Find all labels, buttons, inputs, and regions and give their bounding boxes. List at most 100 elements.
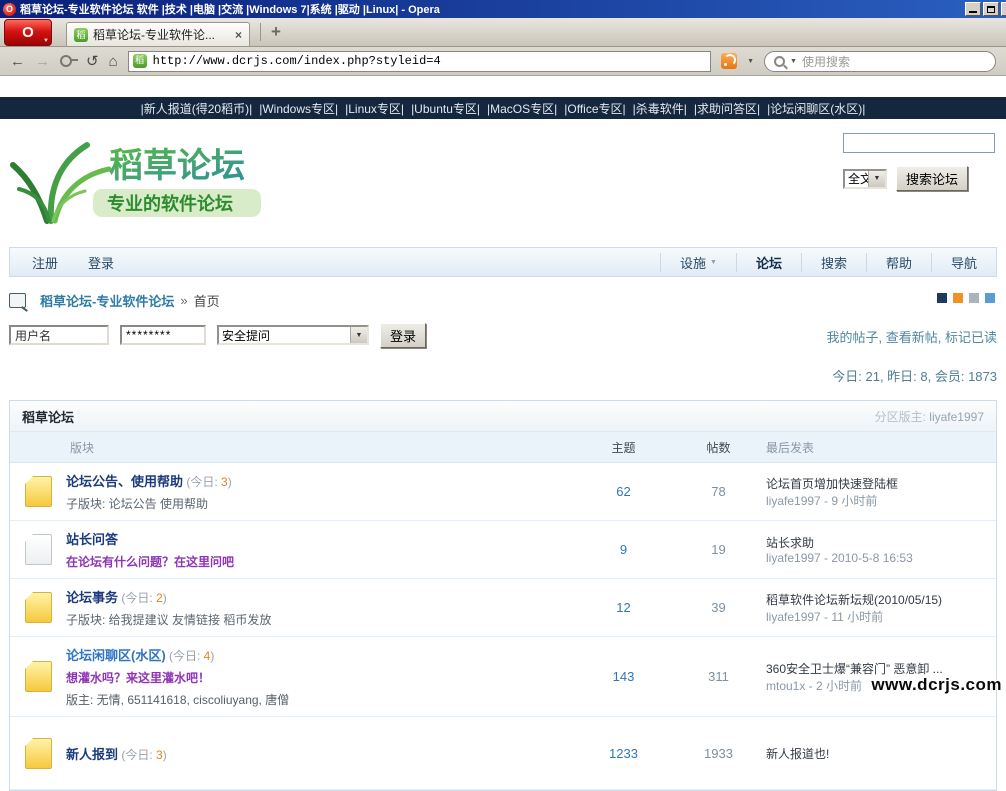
subforums-line[interactable]: 子版块: 论坛公告 使用帮助 <box>66 495 566 512</box>
last-post-cell: 稻草软件论坛新坛规(2010/05/15) liyafe1997 - 11 小时… <box>766 591 996 625</box>
style-square-dark[interactable] <box>937 293 947 303</box>
breadcrumb-page-link[interactable]: 首页 <box>194 291 220 310</box>
forum-new-posts-icon <box>25 738 52 769</box>
menu-item-forum[interactable]: 论坛 <box>736 253 801 272</box>
chevron-down-icon: ▼ <box>43 38 49 44</box>
topnav-link-antivirus[interactable]: |杀毒软件| <box>633 100 687 117</box>
forum-row: 论坛公告、使用帮助 (今日: 3) 子版块: 论坛公告 使用帮助 62 78 论… <box>10 463 996 521</box>
topics-count: 9 <box>576 542 671 557</box>
column-forum: 版块 <box>66 439 576 456</box>
topnav-link-linux[interactable]: |Linux专区| <box>345 100 404 117</box>
topnav-link-windows[interactable]: |Windows专区| <box>259 100 338 117</box>
rss-dropdown-icon[interactable]: ▼ <box>747 58 754 65</box>
style-switcher <box>937 293 995 303</box>
last-post-title-link[interactable]: 稻草软件论坛新坛规(2010/05/15) <box>766 591 990 608</box>
topnav-link-macos[interactable]: |MacOS专区| <box>487 100 557 117</box>
menu-item-help[interactable]: 帮助 <box>866 253 931 272</box>
back-button[interactable]: ← <box>10 54 25 69</box>
restore-icon <box>987 6 995 13</box>
last-post-meta[interactable]: mtou1x - 2 小时前 <box>766 679 862 693</box>
close-button[interactable]: × <box>1001 2 1006 16</box>
forum-new-posts-icon <box>25 592 52 623</box>
topics-count: 12 <box>576 600 671 615</box>
topnav-link-offtopic[interactable]: |论坛闲聊区(水区)| <box>767 100 865 117</box>
quick-login-form: 安全提问 ▼ 登录 我的帖子, 查看新帖, 标记已读 <box>9 323 997 347</box>
last-post-meta[interactable]: liyafe1997 - 9 小时前 <box>766 494 877 508</box>
opera-menu-button[interactable]: O ▼ <box>4 19 52 46</box>
tab-title: 稻草论坛-专业软件论... <box>93 26 230 43</box>
tab-separator <box>260 23 261 41</box>
style-square-orange[interactable] <box>953 293 963 303</box>
login-link[interactable]: 登录 <box>88 253 114 272</box>
last-post-title-link[interactable]: 新人报道也! <box>766 745 990 762</box>
last-post-meta[interactable]: liyafe1997 - 2010-5-8 16:53 <box>766 551 913 565</box>
posts-count: 39 <box>671 600 766 615</box>
topnav-link-help[interactable]: |求助问答区| <box>694 100 760 117</box>
url-favicon: 稻 <box>133 54 147 68</box>
forum-description: 在论坛有什么问题？在这里问吧 <box>66 553 566 570</box>
my-posts-link[interactable]: 我的帖子 <box>826 330 878 345</box>
new-posts-link[interactable]: 查看新帖 <box>886 330 938 345</box>
minimize-button[interactable] <box>965 2 981 16</box>
moderators-line[interactable]: 版主: 无情, 651141618, ciscoliuyang, 唐僧 <box>66 691 566 708</box>
tab-forum[interactable]: 稻 稻草论坛-专业软件论... × <box>66 22 250 46</box>
forward-button[interactable]: → <box>35 54 50 69</box>
mark-read-link[interactable]: 标记已读 <box>945 330 997 345</box>
last-post-meta[interactable]: liyafe1997 - 11 小时前 <box>766 610 883 624</box>
breadcrumb-forum-link[interactable]: 稻草论坛-专业软件论坛 <box>40 291 174 310</box>
forum-search-input[interactable] <box>843 133 995 153</box>
forum-board-icon <box>9 293 26 308</box>
login-button[interactable]: 登录 <box>380 323 426 348</box>
forum-search-button[interactable]: 搜索论坛 <box>896 166 968 191</box>
forum-title-link[interactable]: 新人报到 <box>66 747 118 762</box>
today-count: (今日: 3) <box>118 748 167 762</box>
site-favicon: 稻 <box>74 28 88 42</box>
search-engine-dropdown-icon[interactable]: ▼ <box>790 58 797 65</box>
category-title[interactable]: 稻草论坛 <box>22 407 74 426</box>
home-button[interactable]: ⌂ <box>109 54 118 69</box>
tab-close-icon[interactable]: × <box>235 28 242 42</box>
forum-stats: 今日: 21, 昨日: 8, 会员: 1873 <box>9 366 997 385</box>
url-field[interactable]: 稻 http://www.dcrjs.com/index.php?styleid… <box>128 51 711 72</box>
posts-count: 78 <box>671 484 766 499</box>
subforums-line[interactable]: 子版块: 给我提建议 友情链接 稻币发放 <box>66 611 566 628</box>
search-scope-select[interactable]: 全文 ▼ <box>843 169 887 189</box>
select-arrow-icon: ▼ <box>350 327 367 343</box>
last-post-title-link[interactable]: 论坛首页增加快速登陆框 <box>766 475 990 492</box>
forum-table: 稻草论坛 分区版主: liyafe1997 版块 主题 帖数 最后发表 论坛公告… <box>9 400 997 791</box>
menu-item-search[interactable]: 搜索 <box>801 253 866 272</box>
security-question-select[interactable]: 安全提问 ▼ <box>217 325 369 345</box>
category-moderator: 分区版主: liyafe1997 <box>875 408 984 425</box>
column-topics: 主题 <box>576 439 671 456</box>
last-post-title-link[interactable]: 站长求助 <box>766 534 990 551</box>
password-field[interactable] <box>120 325 206 345</box>
menu-item-navigation[interactable]: 导航 <box>931 253 996 272</box>
forum-new-posts-icon <box>25 661 52 692</box>
topnav-link-office[interactable]: |Office专区| <box>564 100 625 117</box>
forum-title-link[interactable]: 论坛闲聊区(水区) <box>66 648 166 663</box>
today-count: (今日: 2) <box>118 591 167 605</box>
forum-new-posts-icon <box>25 476 52 507</box>
register-link[interactable]: 注册 <box>32 253 58 272</box>
forum-title-link[interactable]: 论坛事务 <box>66 590 118 605</box>
menu-item-facilities[interactable]: 设施 ▼ <box>660 253 736 272</box>
topnav-link-ubuntu[interactable]: |Ubuntu专区| <box>411 100 480 117</box>
forum-title-link[interactable]: 站长问答 <box>66 532 118 547</box>
last-post-title-link[interactable]: 360安全卫士爆“兼容门” 恶意卸 ... <box>766 660 990 677</box>
username-field[interactable] <box>9 325 109 345</box>
rss-icon[interactable] <box>721 53 737 69</box>
new-tab-button[interactable]: + <box>271 22 281 42</box>
rewind-icon[interactable] <box>60 55 72 67</box>
browser-search-field[interactable]: ▼ 使用搜索 <box>764 51 996 72</box>
style-square-gray[interactable] <box>969 293 979 303</box>
moderator-link[interactable]: liyafe1997 <box>929 410 984 424</box>
forum-title-link[interactable]: 论坛公告、使用帮助 <box>66 474 183 489</box>
restore-button[interactable] <box>983 2 999 16</box>
forum-row: 论坛闲聊区(水区) (今日: 4) 想灌水吗？来这里灌水吧！ 版主: 无情, 6… <box>10 637 996 717</box>
style-square-blue[interactable] <box>985 293 995 303</box>
reload-button[interactable]: ↺ <box>86 54 99 69</box>
topnav-link-newbie[interactable]: |新人报道(得20稻币)| <box>141 100 253 117</box>
site-watermark: www.dcrjs.com <box>871 675 1002 695</box>
site-logo-image[interactable]: 稻草论坛 专业的软件论坛 <box>9 125 339 235</box>
opera-logo-icon: O <box>22 24 34 41</box>
